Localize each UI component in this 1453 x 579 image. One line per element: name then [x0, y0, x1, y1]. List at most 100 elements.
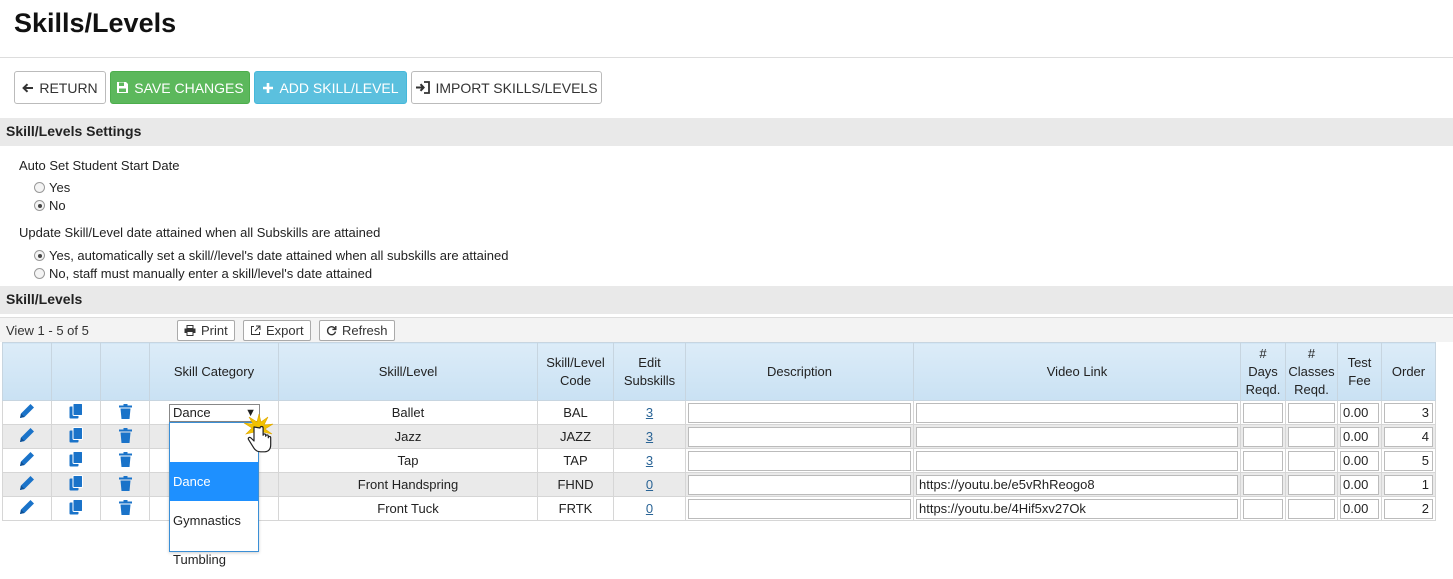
- column-header-video-link[interactable]: Video Link: [913, 342, 1241, 401]
- dropdown-option-blank[interactable]: [170, 423, 258, 462]
- video-link-cell: [913, 400, 1241, 425]
- trash-icon[interactable]: [118, 475, 132, 491]
- add-skill-level-button[interactable]: ADD SKILL/LEVEL: [254, 71, 407, 104]
- days-reqd-input[interactable]: [1243, 426, 1283, 447]
- pencil-icon[interactable]: [18, 426, 36, 444]
- classes-reqd-cell: [1285, 472, 1338, 497]
- column-header-days-reqd[interactable]: # Days Reqd.: [1240, 342, 1286, 401]
- days-reqd-input[interactable]: [1243, 450, 1283, 471]
- pencil-icon[interactable]: [18, 474, 36, 492]
- description-input[interactable]: [688, 474, 911, 495]
- column-header-order[interactable]: Order: [1381, 342, 1436, 401]
- pencil-icon[interactable]: [18, 450, 36, 468]
- code-cell[interactable]: JAZZ: [537, 424, 614, 449]
- auto-start-yes-label: Yes: [49, 180, 71, 195]
- skill-level-cell[interactable]: Ballet: [278, 400, 538, 425]
- description-input[interactable]: [688, 426, 911, 447]
- code-cell[interactable]: FRTK: [537, 496, 614, 521]
- video-link-input[interactable]: https://youtu.be/e5vRhReogo8: [916, 474, 1238, 495]
- copy-icon[interactable]: [69, 403, 83, 419]
- test-fee-input[interactable]: 0.00: [1340, 426, 1379, 447]
- copy-icon[interactable]: [69, 499, 83, 515]
- dropdown-option-dance[interactable]: Dance: [170, 462, 258, 501]
- pencil-icon[interactable]: [18, 402, 36, 420]
- description-input[interactable]: [688, 450, 911, 471]
- classes-reqd-input[interactable]: [1288, 402, 1335, 423]
- edit-subskills-link[interactable]: 0: [646, 477, 653, 492]
- dropdown-option-gymnastics[interactable]: Gymnastics: [170, 501, 258, 540]
- description-input[interactable]: [688, 498, 911, 519]
- import-skills-levels-button[interactable]: IMPORT SKILLS/LEVELS: [411, 71, 602, 104]
- order-input[interactable]: 3: [1384, 402, 1433, 423]
- classes-header-line1: #: [1307, 345, 1316, 361]
- description-cell: [685, 400, 914, 425]
- code-cell[interactable]: FHND: [537, 472, 614, 497]
- column-header-description[interactable]: Description: [685, 342, 914, 401]
- test-fee-input[interactable]: 0.00: [1340, 498, 1379, 519]
- copy-icon[interactable]: [69, 451, 83, 467]
- days-reqd-input[interactable]: [1243, 498, 1283, 519]
- classes-reqd-input[interactable]: [1288, 426, 1335, 447]
- copy-icon[interactable]: [69, 427, 83, 443]
- skill-level-cell[interactable]: Jazz: [278, 424, 538, 449]
- edit-subskills-link[interactable]: 3: [646, 429, 653, 444]
- column-header-code[interactable]: Skill/Level Code: [537, 342, 614, 401]
- video-link-input[interactable]: [916, 426, 1238, 447]
- order-input[interactable]: 5: [1384, 450, 1433, 471]
- auto-start-no-radio[interactable]: [34, 200, 45, 211]
- test-fee-input[interactable]: 0.00: [1340, 450, 1379, 471]
- auto-start-yes-radio[interactable]: [34, 182, 45, 193]
- classes-reqd-input[interactable]: [1288, 474, 1335, 495]
- order-input[interactable]: 4: [1384, 426, 1433, 447]
- edit-subskills-link[interactable]: 3: [646, 453, 653, 468]
- refresh-button[interactable]: Refresh: [319, 320, 395, 341]
- order-input[interactable]: 2: [1384, 498, 1433, 519]
- classes-reqd-input[interactable]: [1288, 450, 1335, 471]
- days-reqd-input[interactable]: [1243, 402, 1283, 423]
- skill-level-cell[interactable]: Front Handspring: [278, 472, 538, 497]
- copy-icon[interactable]: [69, 475, 83, 491]
- update-attained-no-option[interactable]: No, staff must manually enter a skill/le…: [34, 266, 372, 281]
- delete-cell: [100, 424, 150, 449]
- edit-subskills-link[interactable]: 3: [646, 405, 653, 420]
- print-button[interactable]: Print: [177, 320, 235, 341]
- copy-cell: [51, 448, 101, 473]
- dropdown-option-tumbling[interactable]: Tumbling: [170, 540, 258, 579]
- edit-subskills-link[interactable]: 0: [646, 501, 653, 516]
- code-cell[interactable]: TAP: [537, 448, 614, 473]
- skill-level-cell[interactable]: Front Tuck: [278, 496, 538, 521]
- skill-category-select[interactable]: Dance ▼: [169, 403, 260, 422]
- save-changes-button[interactable]: SAVE CHANGES: [110, 71, 250, 104]
- column-header-skill-level[interactable]: Skill/Level: [278, 342, 538, 401]
- days-reqd-input[interactable]: [1243, 474, 1283, 495]
- update-attained-yes-radio[interactable]: [34, 250, 45, 261]
- order-input[interactable]: 1: [1384, 474, 1433, 495]
- export-button[interactable]: Export: [243, 320, 311, 341]
- pencil-icon[interactable]: [18, 498, 36, 516]
- trash-icon[interactable]: [118, 403, 132, 419]
- update-attained-yes-option[interactable]: Yes, automatically set a skill//level's …: [34, 248, 508, 263]
- description-input[interactable]: [688, 402, 911, 423]
- return-button[interactable]: RETURN: [14, 71, 106, 104]
- video-link-input[interactable]: [916, 450, 1238, 471]
- column-header-skill-category[interactable]: Skill Category: [149, 342, 279, 401]
- update-attained-no-radio[interactable]: [34, 268, 45, 279]
- refresh-label: Refresh: [342, 323, 388, 338]
- auto-start-yes-option[interactable]: Yes: [34, 180, 70, 195]
- trash-icon[interactable]: [118, 451, 132, 467]
- video-link-input[interactable]: https://youtu.be/4Hif5xv27Ok: [916, 498, 1238, 519]
- test-fee-input[interactable]: 0.00: [1340, 402, 1379, 423]
- code-cell[interactable]: BAL: [537, 400, 614, 425]
- trash-icon[interactable]: [118, 427, 132, 443]
- skill-level-cell[interactable]: Tap: [278, 448, 538, 473]
- column-header-test-fee[interactable]: Test Fee: [1337, 342, 1382, 401]
- classes-reqd-input[interactable]: [1288, 498, 1335, 519]
- column-header-edit-subskills[interactable]: Edit Subskills: [613, 342, 686, 401]
- column-header-classes-reqd[interactable]: # Classes Reqd.: [1285, 342, 1338, 401]
- save-changes-label: SAVE CHANGES: [134, 79, 244, 96]
- test-fee-input[interactable]: 0.00: [1340, 474, 1379, 495]
- video-link-input[interactable]: [916, 402, 1238, 423]
- trash-icon[interactable]: [118, 499, 132, 515]
- export-label: Export: [266, 323, 304, 338]
- auto-start-no-option[interactable]: No: [34, 198, 66, 213]
